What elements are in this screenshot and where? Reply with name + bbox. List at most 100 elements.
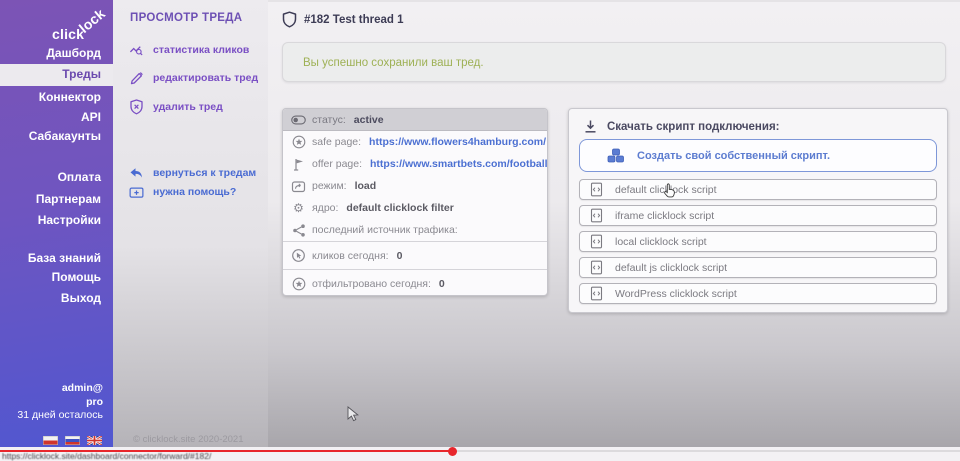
gear-icon: ⚙ bbox=[291, 202, 306, 214]
help-box-icon bbox=[129, 186, 144, 199]
last-traffic-source-row: последний источник трафика: bbox=[283, 219, 547, 241]
link-back-to-threads[interactable]: вернуться к тредам bbox=[129, 166, 256, 180]
core-label: ядро: bbox=[312, 202, 338, 214]
clicks-today-value: 0 bbox=[397, 250, 403, 262]
download-icon bbox=[583, 119, 598, 134]
filtered-today-label: отфильтровано сегодня: bbox=[312, 278, 431, 290]
create-custom-script-button[interactable]: Создать свой собственный скрипт. bbox=[579, 139, 937, 172]
code-file-icon bbox=[590, 286, 603, 301]
menu-item-edit-thread[interactable]: редактировать тред bbox=[129, 70, 258, 86]
toggle-icon bbox=[291, 115, 306, 125]
page-title: #182 Test thread 1 bbox=[304, 14, 404, 26]
mode-redirect-icon bbox=[291, 180, 306, 193]
script-button-label: default js clicklock script bbox=[615, 262, 727, 274]
stats-chart-icon bbox=[129, 43, 144, 57]
clicks-today-row: кликов сегодня: 0 bbox=[283, 241, 547, 269]
link-label: нужна помощь? bbox=[153, 186, 236, 198]
success-alert-message: Вы успешно сохранили ваш тред. bbox=[283, 43, 945, 83]
script-button-label: local clicklock script bbox=[615, 236, 707, 248]
thread-menu-panel: ПРОСМОТР ТРЕДА статистика кликов редакти… bbox=[113, 0, 268, 447]
mode-row: режим: load bbox=[283, 175, 547, 197]
sidebar-item-logout[interactable]: Выход bbox=[0, 288, 113, 309]
shield-icon bbox=[282, 11, 297, 28]
sidebar-item-threads[interactable]: Треды bbox=[0, 64, 113, 86]
link-label: вернуться к тредам bbox=[153, 167, 256, 179]
safe-page-link[interactable]: https://www.flowers4hamburg.com/ bbox=[369, 136, 546, 148]
language-switcher bbox=[43, 436, 102, 445]
status-header: статус: active bbox=[283, 109, 547, 131]
success-alert: Вы успешно сохранили ваш тред. bbox=[282, 42, 946, 82]
mode-value: load bbox=[355, 180, 377, 192]
account-info: admin@ pro 31 дней осталось bbox=[17, 382, 103, 423]
page-header: #182 Test thread 1 bbox=[282, 11, 404, 28]
menu-item-delete-thread[interactable]: удалить тред bbox=[129, 99, 223, 115]
core-value: default clicklock filter bbox=[346, 202, 453, 214]
code-file-icon bbox=[590, 260, 603, 275]
account-days-left: 31 дней осталось bbox=[17, 409, 103, 423]
script-button-wordpress[interactable]: WordPress clicklock script bbox=[579, 283, 937, 304]
download-scripts-title-row: Скачать скрипт подключения: bbox=[583, 119, 780, 134]
sidebar-item-partners[interactable]: Партнерам bbox=[0, 189, 113, 210]
filtered-today-row: отфильтровано сегодня: 0 bbox=[283, 269, 547, 296]
browser-statusbar: https://clicklock.site/dashboard/connect… bbox=[0, 447, 960, 461]
offer-page-row: offer page: https://www.smartbets.com/fo… bbox=[283, 153, 547, 175]
account-plan: pro bbox=[17, 396, 103, 410]
thread-menu-title: ПРОСМОТР ТРЕДА bbox=[130, 12, 242, 24]
code-file-icon bbox=[590, 234, 603, 249]
sidebar-item-settings[interactable]: Настройки bbox=[0, 210, 113, 231]
script-button-local[interactable]: local clicklock script bbox=[579, 231, 937, 252]
script-button-label: iframe clicklock script bbox=[615, 210, 714, 222]
copyright-text: © clicklock.site 2020-2021 bbox=[133, 434, 244, 445]
thread-status-card: статус: active safe page: https://www.fl… bbox=[282, 108, 548, 296]
app-window: click lock Дашборд Треды Коннектор API С… bbox=[0, 0, 960, 461]
badge-star-icon bbox=[291, 135, 306, 149]
flag-icon bbox=[291, 157, 306, 172]
hand-cursor-icon bbox=[662, 182, 679, 199]
safe-page-row: safe page: https://www.flowers4hamburg.c… bbox=[283, 131, 547, 153]
download-scripts-card: Скачать скрипт подключения: Создать свой… bbox=[568, 108, 948, 313]
code-file-icon bbox=[590, 182, 603, 197]
script-button-default-js[interactable]: default js clicklock script bbox=[579, 257, 937, 278]
sidebar-item-dashboard[interactable]: Дашборд bbox=[0, 43, 113, 64]
create-custom-script-label: Создать свой собственный скрипт. bbox=[637, 150, 830, 162]
blocks-icon bbox=[606, 148, 626, 164]
sidebar-item-api[interactable]: API bbox=[0, 107, 113, 128]
russia-flag-icon[interactable] bbox=[65, 436, 80, 445]
account-email: admin@ bbox=[17, 382, 103, 396]
menu-item-click-stats[interactable]: статистика кликов bbox=[129, 42, 249, 58]
menu-item-label: статистика кликов bbox=[153, 44, 249, 56]
sidebar-item-help[interactable]: Помощь bbox=[0, 267, 113, 288]
script-button-iframe[interactable]: iframe clicklock script bbox=[579, 205, 937, 226]
offer-page-label: offer page: bbox=[312, 158, 362, 170]
statusbar-url: https://clicklock.site/dashboard/connect… bbox=[2, 451, 211, 461]
arrow-cursor-icon bbox=[347, 406, 359, 422]
last-traffic-source-label: последний источник трафика: bbox=[312, 224, 458, 236]
status-value: active bbox=[354, 114, 384, 126]
uk-flag-icon[interactable] bbox=[87, 436, 102, 445]
sidebar-item-knowledge-base[interactable]: База знаний bbox=[0, 248, 113, 269]
status-label: статус: bbox=[312, 114, 346, 126]
top-edge-divider bbox=[268, 0, 960, 2]
pencil-icon bbox=[129, 71, 144, 86]
share-icon bbox=[291, 223, 306, 238]
progress-handle[interactable] bbox=[448, 447, 457, 456]
badge-star-icon bbox=[291, 277, 306, 291]
sidebar-item-payment[interactable]: Оплата bbox=[0, 167, 113, 188]
progress-bar[interactable] bbox=[0, 450, 451, 452]
poland-flag-icon[interactable] bbox=[43, 436, 58, 445]
script-button-default[interactable]: default clicklock script bbox=[579, 179, 937, 200]
code-file-icon bbox=[590, 208, 603, 223]
menu-item-label: редактировать тред bbox=[153, 72, 258, 84]
link-need-help[interactable]: нужна помощь? bbox=[129, 185, 236, 199]
offer-page-link[interactable]: https://www.smartbets.com/football/tea..… bbox=[370, 158, 547, 170]
filtered-today-value: 0 bbox=[439, 278, 445, 290]
sidebar-item-subaccounts[interactable]: Сабакаунты bbox=[0, 126, 113, 147]
shield-x-icon bbox=[129, 99, 144, 115]
script-button-label: WordPress clicklock script bbox=[615, 288, 737, 300]
undo-arrow-icon bbox=[129, 167, 144, 179]
sidebar-item-connector[interactable]: Коннектор bbox=[0, 87, 113, 108]
menu-item-label: удалить тред bbox=[153, 101, 223, 113]
sidebar: click lock Дашборд Треды Коннектор API С… bbox=[0, 0, 113, 447]
click-cursor-icon bbox=[291, 248, 306, 263]
download-scripts-title: Скачать скрипт подключения: bbox=[607, 121, 780, 133]
